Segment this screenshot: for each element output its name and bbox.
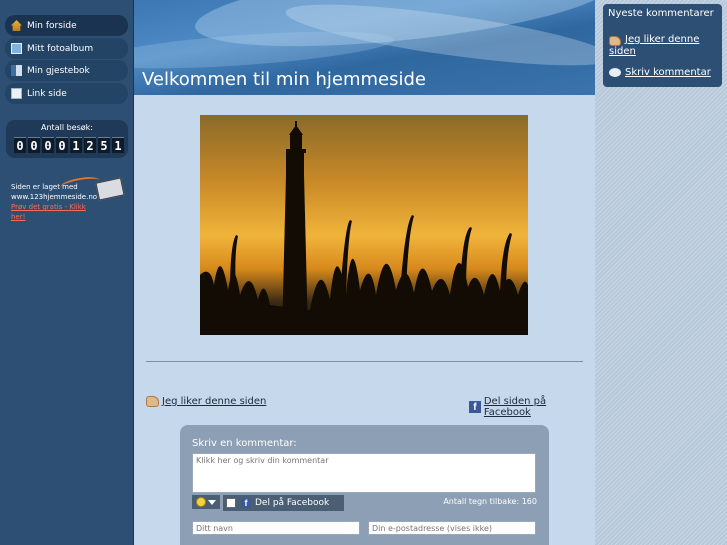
recent-like-link[interactable]: Jeg liker denne siden <box>609 34 717 58</box>
counter-digit: 1 <box>112 137 124 153</box>
home-icon <box>11 20 22 31</box>
counter-digit: 0 <box>56 137 68 153</box>
counter-digit: 5 <box>98 137 110 153</box>
sidebar-item-fotoalbum[interactable]: Mitt fotoalbum <box>5 38 128 59</box>
sidebar-item-forside[interactable]: Min forside <box>5 15 128 36</box>
write-comment-link[interactable]: Skriv kommentar <box>609 67 711 78</box>
facebook-icon: f <box>469 401 481 413</box>
like-page-label: Jeg liker denne siden <box>162 396 267 407</box>
name-field[interactable] <box>192 521 360 535</box>
guestbook-icon <box>11 65 22 76</box>
counter-digit: 0 <box>14 137 26 153</box>
made-with-line1: Siden er laget med <box>11 183 78 191</box>
thumbs-up-icon <box>146 396 159 407</box>
facebook-share-link[interactable]: f Del siden på Facebook <box>469 396 595 418</box>
recent-comments-title: Nyeste kommentarer <box>608 8 714 19</box>
comment-form-title: Skriv en kommentar: <box>192 438 297 449</box>
right-column: Nyeste kommentarer Jeg liker denne siden… <box>595 0 727 545</box>
visit-counter: Antall besøk: 0 0 0 0 1 2 5 1 <box>6 120 128 158</box>
like-page-link[interactable]: Jeg liker denne siden <box>146 396 266 407</box>
speech-bubble-icon <box>609 68 621 77</box>
page-title: Velkommen til min hjemmeside <box>142 69 427 90</box>
email-field[interactable] <box>368 521 536 535</box>
counter-digit: 0 <box>28 137 40 153</box>
character-count: Antall tegn tilbake: 160 <box>443 497 537 506</box>
smiley-icon <box>196 497 206 507</box>
visit-counter-digits: 0 0 0 0 1 2 5 1 <box>14 137 124 153</box>
share-on-facebook-toggle[interactable]: f Del på Facebook <box>223 495 344 511</box>
facebook-toggle-label: Del på Facebook <box>255 498 330 508</box>
sidebar-item-gjestebok[interactable]: Min gjestebok <box>5 60 128 81</box>
facebook-icon: f <box>241 498 251 508</box>
sidebar-item-label: Mitt fotoalbum <box>27 43 94 54</box>
recent-like-label: Jeg liker denne siden <box>609 34 700 57</box>
comment-textarea[interactable] <box>192 453 536 493</box>
header-banner: Velkommen til min hjemmeside <box>134 0 595 95</box>
made-with-promo: Siden er laget med www.123hjemmeside.no … <box>11 182 101 222</box>
emoticon-picker-button[interactable] <box>192 495 220 509</box>
lighthouse-photo <box>200 115 528 335</box>
counter-digit: 0 <box>42 137 54 153</box>
recent-comments-box: Nyeste kommentarer Jeg liker denne siden… <box>603 4 722 87</box>
page-icon <box>11 88 22 99</box>
sidebar: Min forside Mitt fotoalbum Min gjestebok… <box>0 0 134 545</box>
divider <box>146 361 583 362</box>
main-content: Jeg liker denne siden f Del siden på Fac… <box>134 95 595 545</box>
sidebar-item-link-side[interactable]: Link side <box>5 83 128 104</box>
sidebar-item-label: Min forside <box>27 20 77 31</box>
counter-digit: 2 <box>84 137 96 153</box>
facebook-checkbox[interactable] <box>226 498 236 508</box>
comment-form: Skriv en kommentar: f Del på Facebook An… <box>180 425 549 545</box>
photo-album-icon <box>11 43 22 54</box>
facebook-share-label: Del siden på Facebook <box>483 396 547 418</box>
chevron-down-icon <box>208 499 216 505</box>
sidebar-item-label: Min gjestebok <box>27 65 90 76</box>
thumbs-up-icon <box>609 36 621 46</box>
write-comment-label: Skriv kommentar <box>625 67 711 78</box>
try-free-link[interactable]: Prøv det gratis - Klikk her! <box>11 203 86 221</box>
visit-counter-label: Antall besøk: <box>41 123 93 132</box>
counter-digit: 1 <box>70 137 82 153</box>
sidebar-item-label: Link side <box>27 88 67 99</box>
made-with-line2: www.123hjemmeside.no <box>11 193 98 201</box>
